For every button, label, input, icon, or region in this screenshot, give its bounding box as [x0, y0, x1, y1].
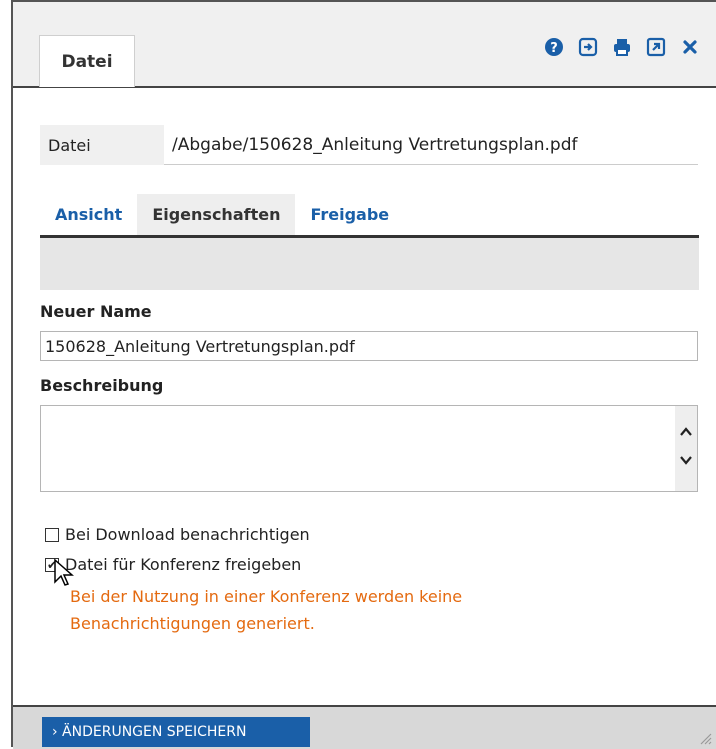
tab-eigenschaften[interactable]: Eigenschaften: [137, 194, 296, 235]
file-path: /Abgabe/150628_Anleitung Vertretungsplan…: [164, 125, 698, 165]
warning-line-1: Bei der Nutzung in einer Konferenz werde…: [70, 587, 463, 606]
footer-bar: › ÄNDERUNGEN SPEICHERN: [13, 705, 716, 749]
external-link-icon[interactable]: [646, 37, 666, 57]
warning-line-2: Benachrichtigungen generiert.: [70, 614, 315, 633]
notify-checkbox-label: Bei Download benachrichtigen: [65, 525, 310, 544]
title-bar: Datei ?: [13, 2, 716, 88]
toolbar-icons: ?: [544, 37, 700, 57]
close-icon[interactable]: [680, 37, 700, 57]
new-name-label: Neuer Name: [40, 302, 152, 321]
mouse-cursor-icon: [54, 558, 74, 586]
tab-datei[interactable]: Datei: [39, 35, 135, 87]
exit-icon[interactable]: [578, 37, 598, 57]
description-label: Beschreibung: [40, 376, 164, 395]
save-changes-button[interactable]: › ÄNDERUNGEN SPEICHERN: [42, 717, 310, 747]
conference-checkbox-row[interactable]: ✔ Datei für Konferenz freigeben: [45, 555, 301, 574]
tab-ansicht[interactable]: Ansicht: [40, 194, 137, 235]
description-textarea[interactable]: [40, 405, 698, 492]
notify-checkbox-row[interactable]: Bei Download benachrichtigen: [45, 525, 310, 544]
file-label: Datei: [40, 125, 164, 165]
help-icon[interactable]: ?: [544, 37, 564, 57]
print-icon[interactable]: [612, 37, 632, 57]
dialog-window: Datei ? Datei /Abgabe/150628_Anleitung V…: [11, 0, 716, 749]
scroll-down-icon[interactable]: [678, 452, 694, 468]
scroll-up-icon[interactable]: [678, 424, 694, 440]
new-name-input[interactable]: [40, 331, 698, 361]
tab-subheader: [40, 238, 699, 290]
notify-checkbox[interactable]: [45, 527, 59, 542]
properties-tabs: Ansicht Eigenschaften Freigabe: [40, 194, 699, 238]
conference-checkbox-label: Datei für Konferenz freigeben: [65, 555, 302, 574]
resize-grip-icon[interactable]: [698, 731, 712, 745]
textarea-scrollbar[interactable]: [675, 406, 697, 491]
tab-freigabe[interactable]: Freigabe: [295, 194, 404, 235]
svg-text:?: ?: [550, 41, 558, 56]
conference-warning: Bei der Nutzung in einer Konferenz werde…: [70, 583, 590, 637]
